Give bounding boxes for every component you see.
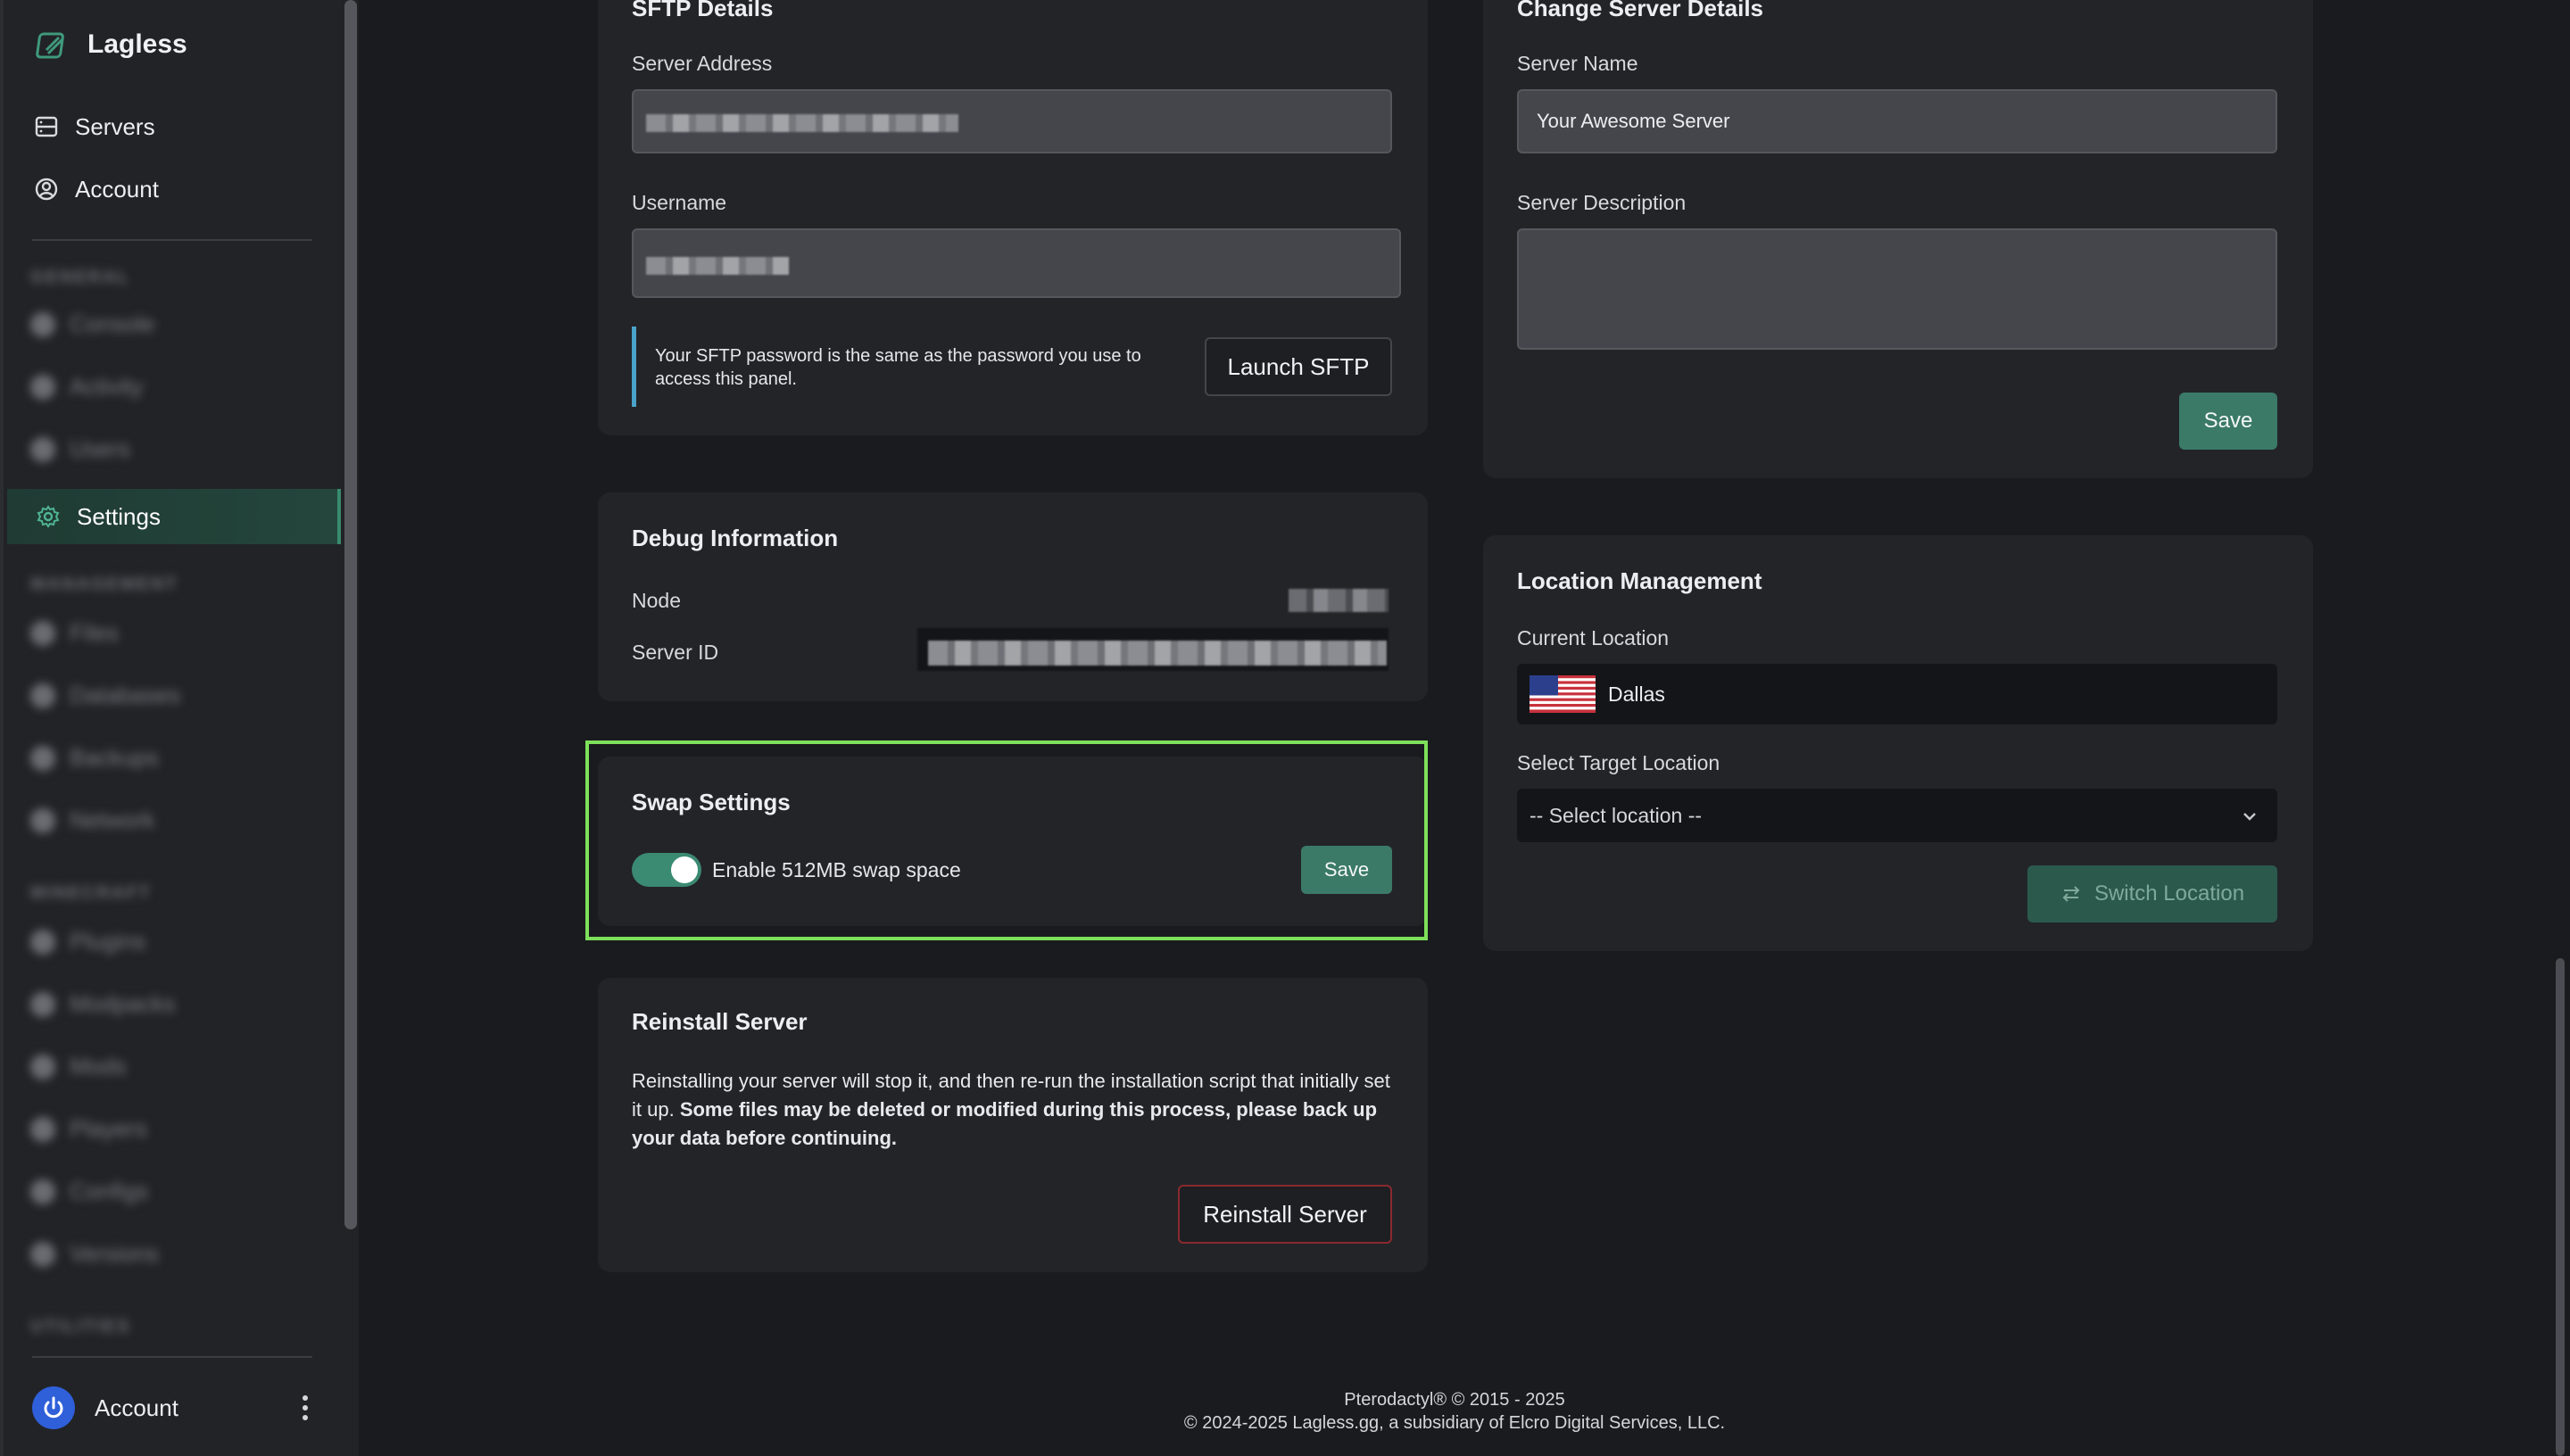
network-icon <box>30 807 55 833</box>
sidebar-section-minecraft: MINECRAFT <box>30 883 152 903</box>
lagless-logo-icon <box>36 32 64 59</box>
sidebar-section-general: GENERAL <box>30 268 130 287</box>
user-circle-icon <box>35 178 58 201</box>
sidebar-item-plugins[interactable]: Plugins <box>30 928 145 956</box>
brand[interactable]: Lagless <box>36 27 187 62</box>
swap-title: Swap Settings <box>632 789 791 815</box>
launch-sftp-button[interactable]: Launch SFTP <box>1205 337 1392 396</box>
sidebar-item-players[interactable]: Players <box>30 1115 147 1143</box>
sidebar-item-console[interactable]: Console <box>30 310 154 338</box>
current-location-display: Dallas <box>1517 664 2277 724</box>
plugin-icon <box>30 929 55 955</box>
swap-save-button[interactable]: Save <box>1301 846 1392 894</box>
sidebar-item-account[interactable]: Account <box>34 164 159 214</box>
sidebar-scrollbar[interactable] <box>344 0 357 1229</box>
info-accent-bar <box>632 327 636 407</box>
sidebar-item-servers[interactable]: Servers <box>34 102 155 152</box>
database-icon <box>30 682 55 708</box>
switch-location-label: Switch Location <box>2093 881 2245 906</box>
sidebar-section-management: MANAGEMENT <box>30 575 178 594</box>
sidebar: Lagless Servers Account GENERAL Console … <box>0 0 359 1456</box>
versions-icon <box>30 1241 55 1267</box>
sidebar-item-settings[interactable]: Settings <box>7 489 341 544</box>
sidebar-item-databases[interactable]: Databases <box>30 682 180 709</box>
target-location-select[interactable]: -- Select location -- <box>1517 789 2277 842</box>
swap-toggle[interactable] <box>632 853 701 887</box>
modpack-icon <box>30 991 55 1017</box>
server-address-field[interactable] <box>632 89 1392 153</box>
change-details-save-button[interactable]: Save <box>2179 393 2277 450</box>
highlight-outline <box>585 740 1428 940</box>
footer-copyright-lagless: © 2024-2025 Lagless.gg, a subsidiary of … <box>1183 1413 1726 1433</box>
sftp-note: Your SFTP password is the same as the pa… <box>655 346 1141 389</box>
files-icon <box>30 620 55 646</box>
server-name-input[interactable]: Your Awesome Server <box>1517 89 2277 153</box>
sidebar-item-users[interactable]: Users <box>30 435 130 463</box>
target-location-placeholder: -- Select location -- <box>1530 803 1703 827</box>
sidebar-item-files[interactable]: Files <box>30 619 119 647</box>
server-description-label: Server Description <box>1517 191 1687 214</box>
swap-toggle-label: Enable 512MB swap space <box>712 858 961 881</box>
server-address-label: Server Address <box>632 52 773 75</box>
console-icon <box>30 311 55 337</box>
us-flag-icon <box>1530 675 1596 713</box>
swap-arrows-icon <box>2062 886 2080 902</box>
server-description-textarea[interactable] <box>1517 228 2277 350</box>
mods-icon <box>30 1054 55 1080</box>
switch-location-button[interactable]: Switch Location <box>2027 865 2277 922</box>
sidebar-item-versions[interactable]: Versions <box>30 1240 159 1268</box>
sidebar-item-network[interactable]: Network <box>30 807 154 834</box>
footer-copyright-pterodactyl: Pterodactyl® © 2015 - 2025 <box>1344 1390 1565 1410</box>
reinstall-warning-bold: Some files may be deleted or modified du… <box>632 1098 1378 1149</box>
sidebar-item-backups[interactable]: Backups <box>30 744 159 772</box>
current-location-label: Current Location <box>1517 626 1670 649</box>
chevron-down-icon <box>2243 813 2256 821</box>
sidebar-item-label: Account <box>75 175 159 203</box>
change-details-title: Change Server Details <box>1517 0 1764 21</box>
redacted-text <box>646 257 789 275</box>
sidebar-item-activity[interactable]: Activity <box>30 373 143 401</box>
brand-name: Lagless <box>87 29 187 59</box>
username-field[interactable] <box>632 228 1401 298</box>
reinstall-warning: Reinstalling your server will stop it, a… <box>632 1067 1390 1153</box>
reinstall-title: Reinstall Server <box>632 1008 808 1035</box>
debug-title: Debug Information <box>632 525 839 551</box>
node-label: Node <box>632 589 681 612</box>
target-location-label: Select Target Location <box>1517 751 1720 774</box>
reinstall-server-button[interactable]: Reinstall Server <box>1178 1185 1392 1244</box>
node-value-redacted <box>1289 589 1389 612</box>
sidebar-item-label: Settings <box>77 502 161 530</box>
sidebar-item-mods[interactable]: Mods <box>30 1053 127 1080</box>
sidebar-item-configs[interactable]: Configs <box>30 1178 148 1205</box>
toggle-knob <box>671 856 698 883</box>
server-name-label: Server Name <box>1517 52 1638 75</box>
gear-icon <box>37 505 60 528</box>
sidebar-section-utilities: UTILITIES <box>30 1317 131 1336</box>
activity-icon <box>30 374 55 400</box>
config-icon <box>30 1179 55 1204</box>
username-label: Username <box>632 191 727 214</box>
sidebar-item-label: Servers <box>75 112 155 140</box>
server-id-value-redacted <box>928 641 1387 666</box>
server-name-value: Your Awesome Server <box>1537 110 1730 132</box>
backup-icon <box>30 745 55 771</box>
current-location-value: Dallas <box>1608 682 1665 706</box>
location-title: Location Management <box>1517 567 1762 594</box>
redacted-text <box>646 114 958 132</box>
users-icon <box>30 436 55 462</box>
sidebar-divider <box>32 1356 312 1358</box>
sidebar-divider <box>32 239 312 241</box>
sftp-title: SFTP Details <box>632 0 774 21</box>
sidebar-item-modpacks[interactable]: Modpacks <box>30 990 176 1018</box>
players-icon <box>30 1116 55 1142</box>
server-icon <box>35 116 58 137</box>
page-scrollbar[interactable] <box>2556 958 2565 1456</box>
server-id-label: Server ID <box>632 641 719 664</box>
